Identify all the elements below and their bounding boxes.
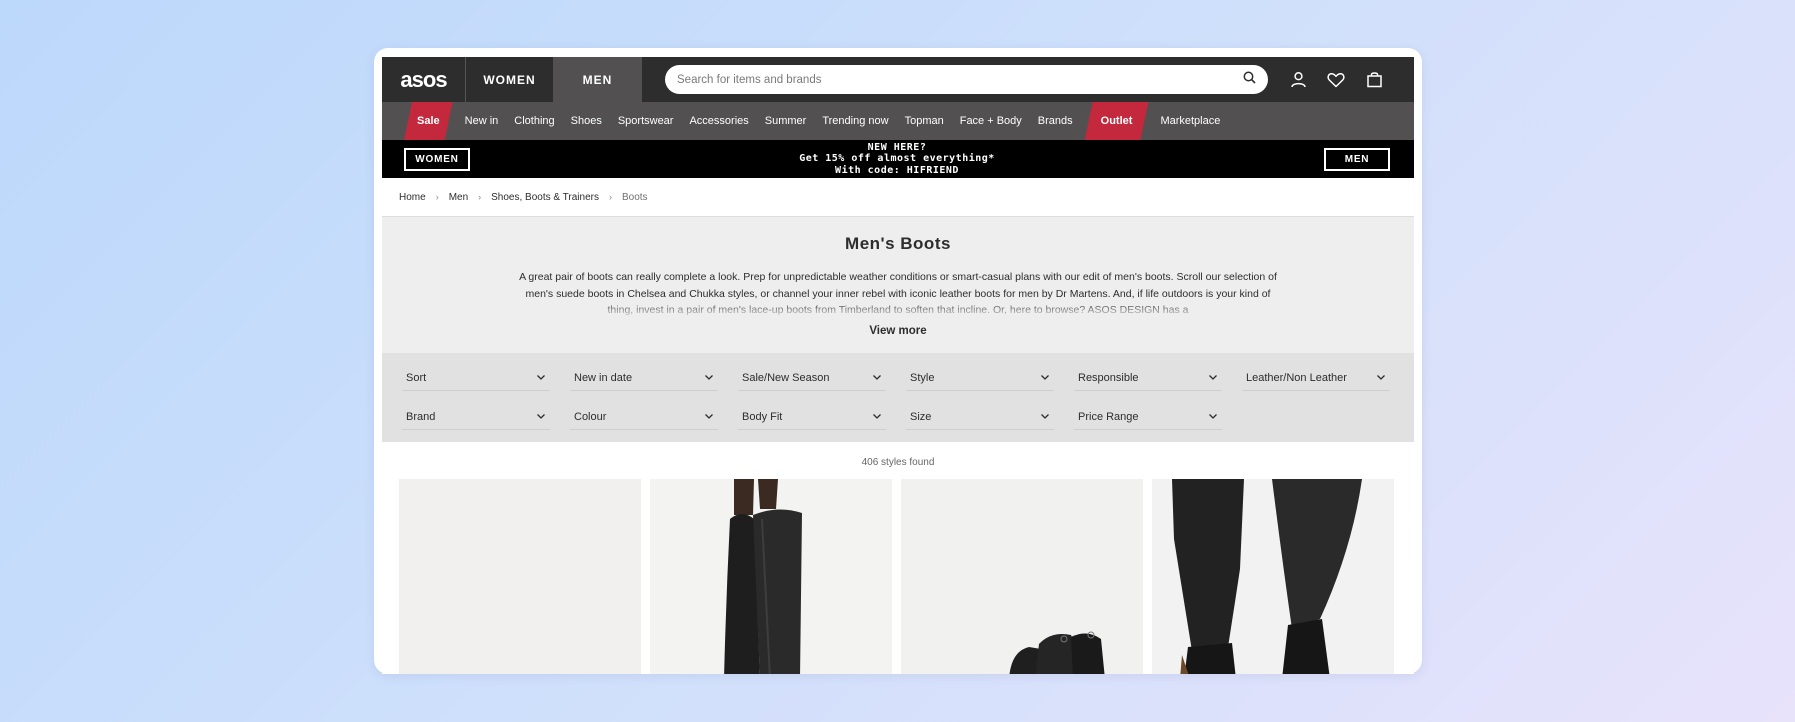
filter-label: Responsible xyxy=(1078,371,1139,384)
nav-marketplace[interactable]: Marketplace xyxy=(1160,115,1220,127)
category-header: Men's Boots A great pair of boots can re… xyxy=(382,217,1414,353)
results-count: 406 styles found xyxy=(861,457,935,468)
chevron-down-icon xyxy=(1376,373,1386,383)
filter-label: Brand xyxy=(406,410,436,423)
nav-summer[interactable]: Summer xyxy=(765,115,807,127)
search-icon[interactable] xyxy=(1243,71,1256,89)
top-header: asos WOMEN MEN xyxy=(382,57,1414,102)
chevron-down-icon xyxy=(1208,373,1218,383)
filter-responsible[interactable]: Responsible xyxy=(1074,365,1222,391)
nav-accessories[interactable]: Accessories xyxy=(689,115,748,127)
chevron-down-icon xyxy=(1040,373,1050,383)
breadcrumb-boots: Boots xyxy=(621,191,648,203)
chevron-down-icon xyxy=(1208,412,1218,422)
filter-price-range[interactable]: Price Range xyxy=(1074,404,1222,430)
product-card[interactable] xyxy=(399,479,641,674)
chevron-down-icon xyxy=(872,412,882,422)
chevron-down-icon xyxy=(536,412,546,422)
filter-label: Sort xyxy=(406,371,427,384)
product-card[interactable] xyxy=(650,479,892,674)
product-image xyxy=(650,479,892,674)
asos-page: asos WOMEN MEN Sale New in Clothing Shoe… xyxy=(382,57,1414,674)
breadcrumb-separator-icon: › xyxy=(608,192,612,202)
nav-sportswear[interactable]: Sportswear xyxy=(618,115,674,127)
product-image xyxy=(399,479,641,674)
filter-sale-new-season[interactable]: Sale/New Season xyxy=(738,365,886,391)
filter-label: New in date xyxy=(574,371,633,384)
filter-body-fit[interactable]: Body Fit xyxy=(738,404,886,430)
browser-frame: asos WOMEN MEN Sale New in Clothing Shoe… xyxy=(374,48,1422,674)
product-card[interactable] xyxy=(1152,479,1394,674)
filter-colour[interactable]: Colour xyxy=(570,404,718,430)
breadcrumb-separator-icon: › xyxy=(478,192,482,202)
asos-logo[interactable]: asos xyxy=(382,57,466,102)
promo-women-button[interactable]: WOMEN xyxy=(404,147,470,171)
chevron-down-icon xyxy=(872,373,882,383)
filter-label: Leather/Non Leather xyxy=(1246,371,1347,384)
tab-women[interactable]: WOMEN xyxy=(466,57,553,102)
product-image xyxy=(1152,479,1394,674)
filter-label: Colour xyxy=(574,410,607,423)
bag-icon[interactable] xyxy=(1364,70,1384,90)
nav-sale[interactable]: Sale xyxy=(404,102,453,140)
search-bar[interactable] xyxy=(665,65,1268,94)
filter-brand[interactable]: Brand xyxy=(402,404,550,430)
filter-sort[interactable]: Sort xyxy=(402,365,550,391)
nav-face-body[interactable]: Face + Body xyxy=(960,115,1022,127)
nav-shoes[interactable]: Shoes xyxy=(571,115,602,127)
filter-style[interactable]: Style xyxy=(906,365,1054,391)
promo-line-3: With code: HIFRIEND xyxy=(835,164,959,176)
promo-message[interactable]: NEW HERE? Get 15% off almost everything*… xyxy=(799,142,995,177)
nav-brands[interactable]: Brands xyxy=(1038,115,1073,127)
breadcrumb-shoes[interactable]: Shoes, Boots & Trainers xyxy=(491,192,599,203)
breadcrumb-home[interactable]: Home xyxy=(399,192,426,203)
product-grid xyxy=(382,479,1414,674)
heart-icon[interactable] xyxy=(1326,70,1346,90)
filter-label: Size xyxy=(910,410,932,423)
promo-line-1: NEW HERE? xyxy=(867,141,927,153)
chevron-down-icon xyxy=(704,373,714,383)
filter-label: Style xyxy=(910,371,935,384)
tab-men[interactable]: MEN xyxy=(553,57,642,102)
filter-panel: Sort New in date Sale/New Season Style R… xyxy=(382,353,1414,442)
filter-label: Sale/New Season xyxy=(742,371,830,384)
chevron-down-icon xyxy=(704,412,714,422)
breadcrumb: Home › Men › Shoes, Boots & Trainers › B… xyxy=(382,178,1414,217)
breadcrumb-men[interactable]: Men xyxy=(449,192,468,203)
chevron-down-icon xyxy=(536,373,546,383)
breadcrumb-separator-icon: › xyxy=(435,192,439,202)
promo-line-2: Get 15% off almost everything* xyxy=(799,153,995,165)
nav-new-in[interactable]: New in xyxy=(465,115,499,127)
nav-clothing[interactable]: Clothing xyxy=(514,115,554,127)
filter-size[interactable]: Size xyxy=(906,404,1054,430)
chevron-down-icon xyxy=(1040,412,1050,422)
account-icon[interactable] xyxy=(1288,70,1308,90)
nav-topman[interactable]: Topman xyxy=(905,115,944,127)
filter-label: Body Fit xyxy=(742,410,783,423)
nav-outlet[interactable]: Outlet xyxy=(1085,102,1149,140)
promo-banner: WOMEN NEW HERE? Get 15% off almost every… xyxy=(382,140,1414,178)
filter-new-in-date[interactable]: New in date xyxy=(570,365,718,391)
view-more-button[interactable]: View more xyxy=(869,325,926,337)
filter-leather[interactable]: Leather/Non Leather xyxy=(1242,365,1390,391)
product-image xyxy=(901,479,1143,674)
promo-men-button[interactable]: MEN xyxy=(1324,147,1390,171)
filter-label: Price Range xyxy=(1078,410,1139,423)
category-description: A great pair of boots can really complet… xyxy=(514,269,1282,319)
page-title: Men's Boots xyxy=(845,234,951,253)
search-input[interactable] xyxy=(677,73,1217,86)
category-nav: Sale New in Clothing Shoes Sportswear Ac… xyxy=(382,102,1414,140)
product-card[interactable] xyxy=(901,479,1143,674)
nav-trending-now[interactable]: Trending now xyxy=(822,115,888,127)
